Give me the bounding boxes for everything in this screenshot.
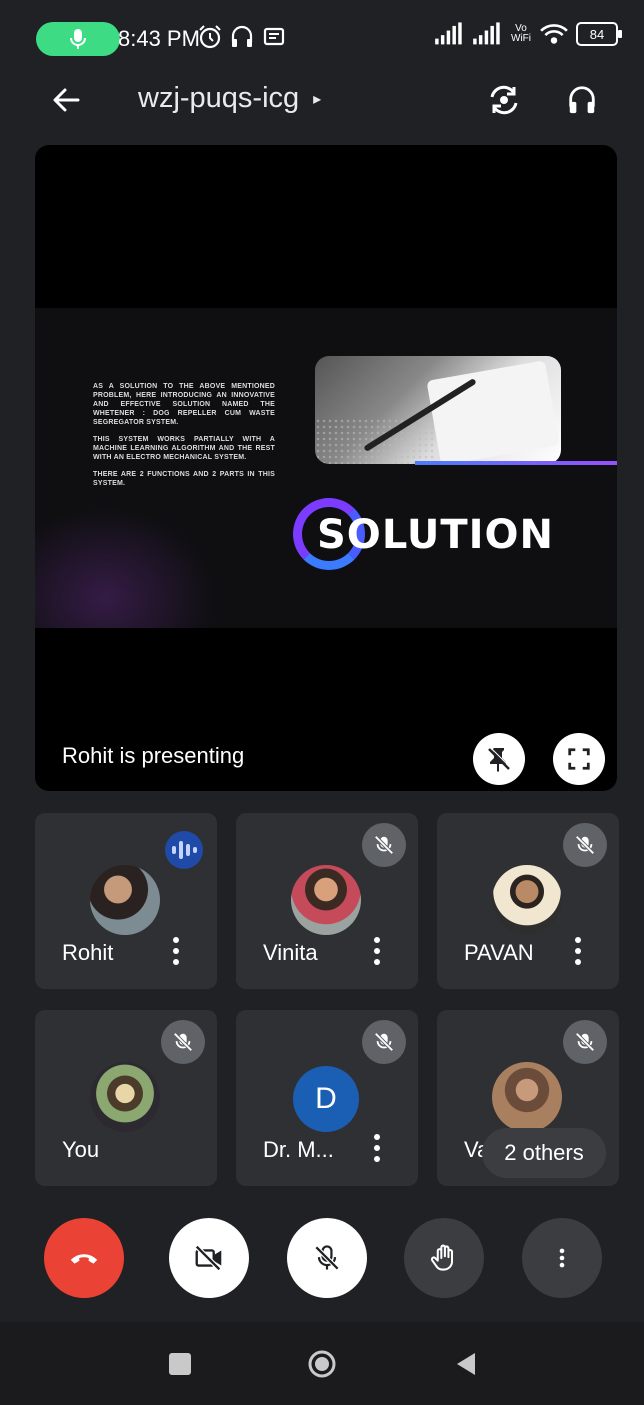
audio-output-icon: [569, 86, 595, 114]
participant-tile-you[interactable]: You: [35, 1010, 217, 1186]
notification-icon: [263, 27, 285, 46]
back-button[interactable]: [44, 78, 88, 122]
meeting-code: wzj-puqs-icg: [138, 82, 300, 114]
mic-off-icon: [563, 1020, 607, 1064]
participant-tile-vinita[interactable]: Vinita: [236, 813, 418, 989]
participant-name: Dr. M...: [263, 1137, 334, 1162]
more-vert-icon[interactable]: [366, 1128, 388, 1168]
more-options-button[interactable]: [522, 1218, 602, 1298]
avatar: [492, 1062, 562, 1132]
mic-off-icon: [362, 823, 406, 867]
home-icon: [308, 1350, 336, 1378]
nav-back-button[interactable]: [446, 1344, 486, 1384]
camera-off-icon: [195, 1244, 222, 1272]
more-vert-icon[interactable]: [165, 931, 187, 971]
slide-paragraph: AS A SOLUTION TO THE ABOVE MENTIONED PRO…: [93, 383, 275, 426]
end-call-button[interactable]: [44, 1218, 124, 1298]
meeting-code-button[interactable]: wzj-puqs-icg ▸: [138, 82, 321, 115]
avatar-letter: D: [315, 1082, 337, 1115]
others-chip[interactable]: 2 others: [482, 1128, 606, 1178]
switch-camera-button[interactable]: [482, 78, 526, 122]
audio-output-button[interactable]: [560, 78, 604, 122]
chevron-right-icon: ▸: [313, 90, 322, 108]
mic-off-icon: [314, 1245, 340, 1271]
participant-tile-dr-m[interactable]: D Dr. M...: [236, 1010, 418, 1186]
avatar: [90, 865, 160, 935]
back-arrow-icon: [53, 88, 80, 112]
slide-body-text: AS A SOLUTION TO THE ABOVE MENTIONED PRO…: [93, 382, 275, 496]
avatar: D: [293, 1066, 359, 1132]
presentation-view[interactable]: AS A SOLUTION TO THE ABOVE MENTIONED PRO…: [35, 145, 617, 791]
recents-button[interactable]: [160, 1344, 200, 1384]
avatar: [90, 1062, 160, 1132]
alarm-icon: [199, 25, 221, 49]
mic-off-icon: [161, 1020, 205, 1064]
fullscreen-button[interactable]: [553, 733, 605, 785]
presenting-label: Rohit is presenting: [62, 743, 245, 768]
slide-photo: [315, 356, 561, 464]
call-controls: [0, 1210, 644, 1310]
vowifi-icon: Vo WiFi: [511, 23, 531, 44]
more-vert-icon[interactable]: [567, 931, 589, 971]
more-vert-icon[interactable]: [366, 931, 388, 971]
slide-accent-line: [415, 461, 617, 465]
participant-tile-pavan[interactable]: PAVAN: [437, 813, 619, 989]
home-button[interactable]: [302, 1344, 342, 1384]
signal-icon: [435, 22, 462, 45]
slide-glow: [35, 508, 215, 628]
slide-paragraph: THIS SYSTEM WORKS PARTIALLY WITH A MACHI…: [93, 436, 275, 461]
recents-icon: [169, 1353, 191, 1375]
camera-toggle-button[interactable]: [169, 1218, 249, 1298]
participant-name: PAVAN: [464, 940, 534, 965]
participant-name: Rohit: [62, 940, 114, 965]
meeting-header: wzj-puqs-icg ▸: [0, 70, 644, 130]
avatar: [291, 865, 361, 935]
unpin-icon: [488, 747, 511, 772]
status-bar: 8:43 PM Vo WiFi 84: [0, 0, 644, 78]
participant-name: Vinita: [263, 940, 318, 965]
slide-paragraph: THERE ARE 2 FUNCTIONS AND 2 PARTS IN THI…: [93, 471, 275, 487]
status-time: 8:43 PM: [118, 26, 200, 51]
more-options-icon: [559, 1248, 565, 1268]
shared-slide: AS A SOLUTION TO THE ABOVE MENTIONED PRO…: [35, 308, 617, 628]
wifi-icon: [540, 24, 568, 44]
participant-tile-rohit[interactable]: Rohit: [35, 813, 217, 989]
unpin-button[interactable]: [473, 733, 525, 785]
mic-off-icon: [362, 1020, 406, 1064]
end-call-icon: [70, 1254, 98, 1264]
participant-name: You: [62, 1137, 100, 1162]
system-nav-bar: [0, 1322, 644, 1405]
mic-toggle-button[interactable]: [287, 1218, 367, 1298]
avatar: [492, 865, 562, 935]
battery-icon: 84: [576, 22, 622, 46]
raise-hand-icon: [430, 1244, 454, 1271]
slide-title: SOLUTION: [317, 512, 555, 558]
mic-icon: [70, 29, 86, 49]
back-icon: [457, 1353, 475, 1375]
speaking-indicator-icon: [165, 831, 203, 869]
fullscreen-icon: [568, 748, 590, 770]
raise-hand-button[interactable]: [404, 1218, 484, 1298]
headset-icon: [231, 25, 253, 47]
mic-active-indicator[interactable]: [36, 22, 120, 56]
signal-icon: [473, 22, 500, 45]
battery-level: 84: [589, 26, 605, 42]
mic-off-icon: [563, 823, 607, 867]
switch-camera-icon: [490, 85, 518, 115]
